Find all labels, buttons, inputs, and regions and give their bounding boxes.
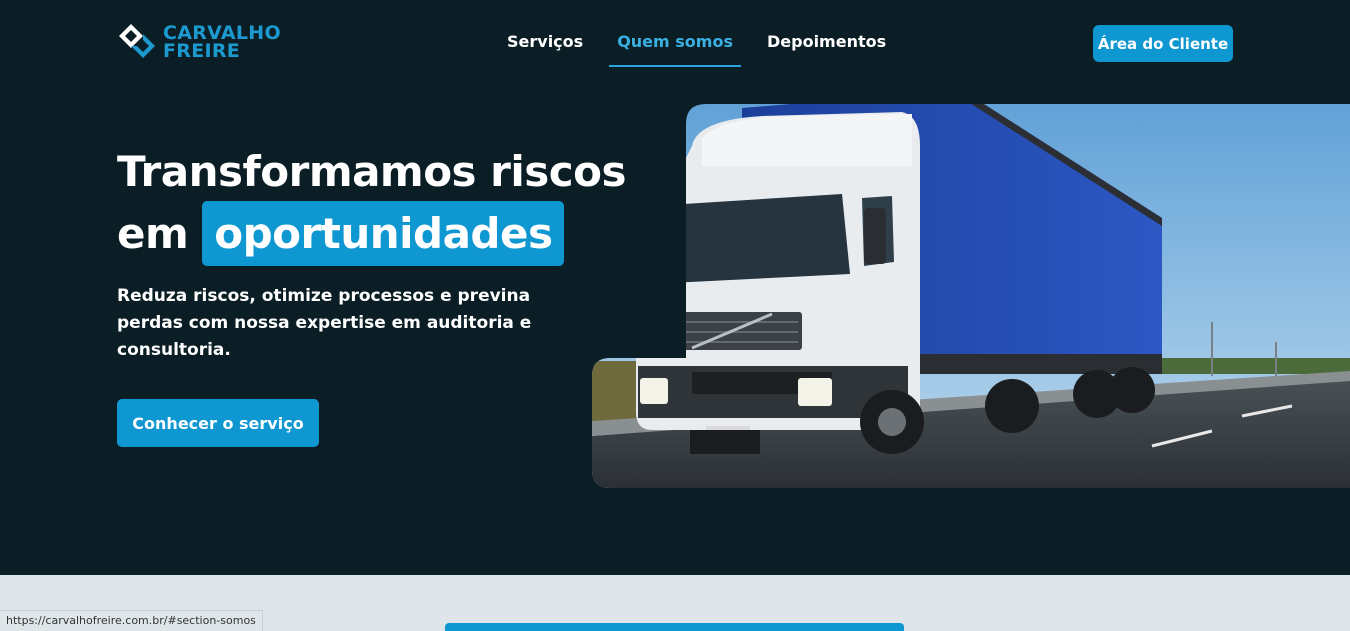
headline-line-2: em oportunidades — [117, 201, 626, 266]
cta-button[interactable]: Conhecer o serviço — [117, 399, 319, 447]
section-card-top — [445, 623, 904, 631]
logo[interactable]: CARVALHO FREIRE — [117, 22, 281, 62]
status-bar-url: https://carvalhofreire.com.br/#section-s… — [0, 610, 263, 631]
headline-highlight: oportunidades — [202, 201, 565, 266]
main-nav: Serviços Quem somos Depoimentos — [490, 32, 903, 68]
hero-subtitle: Reduza riscos, otimize processos e previ… — [117, 286, 532, 360]
client-area-button[interactable]: Área do Cliente — [1093, 25, 1233, 62]
hero-headline: Transformamos riscos em oportunidades — [117, 143, 627, 266]
nav-item-servicos[interactable]: Serviços — [490, 32, 600, 68]
nav-item-quem-somos[interactable]: Quem somos — [600, 32, 750, 68]
logo-line-2: FREIRE — [163, 40, 241, 62]
headline-prefix: em — [117, 208, 189, 258]
logo-wordmark: CARVALHO FREIRE — [163, 24, 281, 62]
logo-icon — [117, 22, 157, 62]
hero-section: CARVALHO FREIRE Serviços Quem somos Depo… — [0, 0, 1350, 575]
truck-photo — [592, 86, 1350, 488]
nav-item-depoimentos[interactable]: Depoimentos — [750, 32, 903, 68]
headline-line-1: Transformamos riscos — [117, 147, 627, 196]
